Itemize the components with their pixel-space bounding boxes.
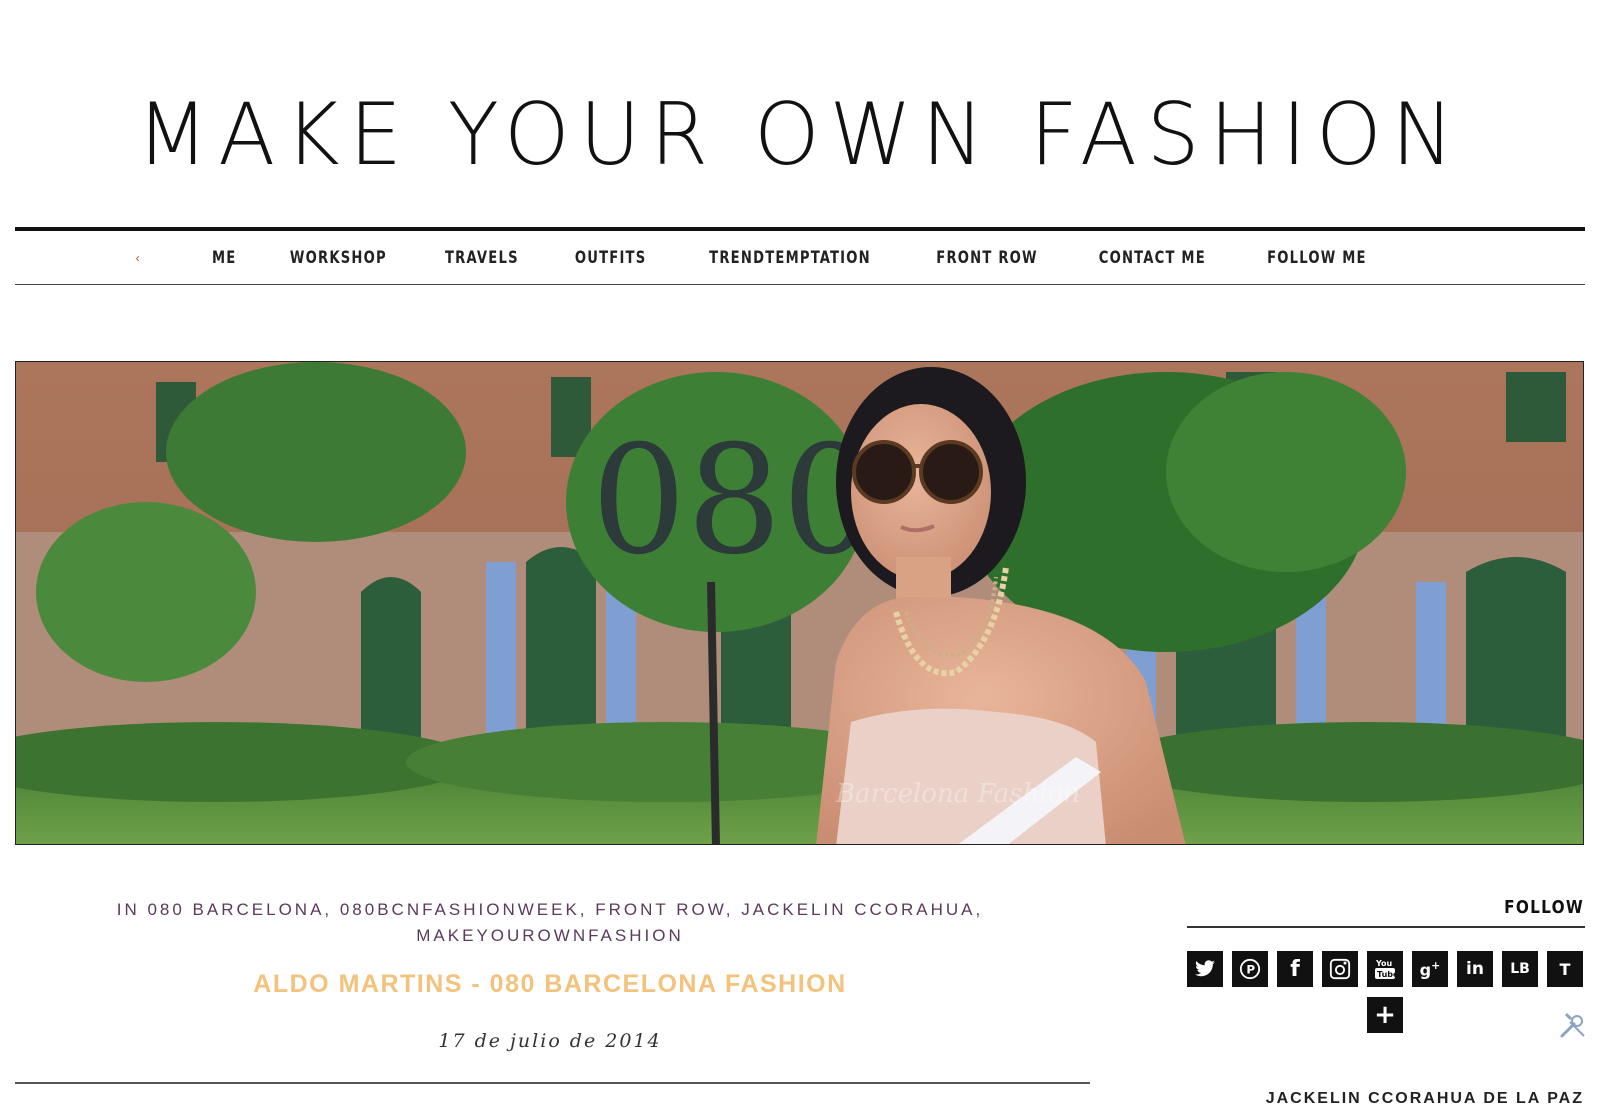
- nav-item-travels[interactable]: TRAVELS: [445, 248, 519, 268]
- chevron-left-icon[interactable]: ‹: [136, 251, 140, 265]
- instagram-icon[interactable]: [1322, 951, 1358, 987]
- post-divider: [15, 1082, 1090, 1084]
- follow-divider: [1187, 926, 1585, 928]
- nav-item-front-row[interactable]: FRONT ROW: [936, 248, 1038, 268]
- follow-widget-title: FOLLOW: [1504, 897, 1584, 918]
- hero-sign-text: 080: [591, 414, 877, 588]
- post-title[interactable]: ALDO MARTINS - 080 BARCELONA FASHION: [60, 970, 1040, 999]
- nav-item-workshop[interactable]: WORKSHOP: [290, 248, 387, 268]
- nav-item-contact-me[interactable]: CONTACT ME: [1099, 248, 1206, 268]
- next-widget-title: JACKELIN CCORAHUA DE LA PAZ: [1265, 1090, 1584, 1107]
- google-plus-icon[interactable]: g+: [1412, 951, 1448, 987]
- post-tags: IN 080 BARCELONA, 080BCNFASHIONWEEK, FRO…: [90, 897, 1010, 949]
- svg-text:Tube: Tube: [1377, 970, 1396, 979]
- facebook-icon[interactable]: f: [1277, 951, 1313, 987]
- nav-item-me[interactable]: ME: [212, 248, 236, 268]
- hero-illustration: 080 Barcelona Fashion: [16, 362, 1583, 844]
- svg-text:P: P: [1246, 963, 1255, 977]
- nav-divider: [15, 284, 1585, 285]
- plus-icon[interactable]: +: [1367, 997, 1403, 1033]
- hero-photo[interactable]: 080 Barcelona Fashion: [15, 361, 1584, 845]
- main-nav: ‹ ME WORKSHOP TRAVELS OUTFITS TRENDTEMPT…: [15, 231, 1585, 284]
- lookbook-icon[interactable]: LB: [1502, 951, 1538, 987]
- pinterest-icon[interactable]: P: [1232, 951, 1268, 987]
- post-tags-line-2[interactable]: MAKEYOUROWNFASHION: [90, 923, 1010, 949]
- wrench-screwdriver-icon[interactable]: [1558, 1010, 1588, 1045]
- nav-item-outfits[interactable]: OUTFITS: [574, 248, 646, 268]
- site-title[interactable]: MAKE YOUR OWN FASHION: [24, 80, 1576, 190]
- social-icons: P f You Tube g+ in LB T: [1187, 951, 1597, 987]
- hero-watermark: Barcelona Fashion: [835, 779, 1080, 809]
- tumblr-icon[interactable]: T: [1547, 951, 1583, 987]
- nav-item-follow-me[interactable]: FOLLOW ME: [1267, 248, 1367, 268]
- twitter-icon[interactable]: [1187, 951, 1223, 987]
- youtube-icon[interactable]: You Tube: [1367, 951, 1403, 987]
- svg-text:You: You: [1375, 959, 1393, 968]
- linkedin-icon[interactable]: in: [1457, 951, 1493, 987]
- post-date: 17 de julio de 2014: [438, 1030, 662, 1052]
- nav-item-trendtemptation[interactable]: TRENDTEMPTATION: [709, 248, 871, 268]
- post-tags-line-1[interactable]: IN 080 BARCELONA, 080BCNFASHIONWEEK, FRO…: [90, 897, 1010, 923]
